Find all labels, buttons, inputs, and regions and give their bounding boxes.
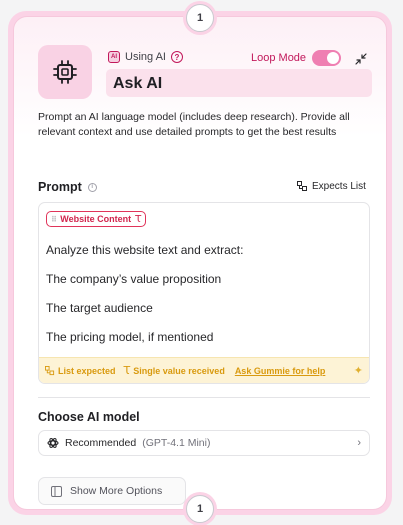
step-number-badge: 1 xyxy=(186,4,214,32)
ask-ai-node[interactable]: AI Using AI ? Loop Mode Ask AI Prompt an… xyxy=(8,11,392,515)
single-value-note: Ꚍ Single value received xyxy=(124,364,225,377)
show-more-options-button[interactable]: Show More Options xyxy=(38,477,186,505)
prompt-line: The company’s value proposition xyxy=(46,272,222,286)
model-detail: (GPT-4.1 Mini) xyxy=(142,437,211,449)
loop-mode-toggle[interactable] xyxy=(312,50,342,66)
drag-handle-icon[interactable]: ⠿ xyxy=(51,215,57,224)
prompt-line: The pricing model, if mentioned xyxy=(46,330,214,344)
prompt-label: Prompt xyxy=(38,180,82,194)
ai-badge-icon: AI xyxy=(108,51,120,63)
node-description: Prompt an AI language model (includes de… xyxy=(38,111,350,138)
using-ai-label: AI Using AI ? xyxy=(108,51,183,63)
expects-list-label: Expects List xyxy=(312,181,366,192)
chevron-right-icon: › xyxy=(357,437,361,449)
openai-icon xyxy=(47,437,59,449)
list-expected-text: List expected xyxy=(58,365,116,376)
prompt-editor[interactable]: ⠿ Website Content Ꚍ Analyze this website… xyxy=(38,202,370,384)
using-ai-text: Using AI xyxy=(125,51,166,63)
variable-chip[interactable]: ⠿ Website Content Ꚍ xyxy=(46,211,147,227)
ask-ai-card: AI Using AI ? Loop Mode Ask AI Prompt an… xyxy=(13,16,387,510)
prompt-validation-bar: List expected Ꚍ Single value received As… xyxy=(39,357,369,383)
ask-gummie-link[interactable]: Ask Gummie for help xyxy=(235,366,326,376)
loop-mode-label: Loop Mode xyxy=(251,52,307,64)
text-type-icon: Ꚍ xyxy=(135,213,142,225)
help-icon[interactable]: ? xyxy=(170,51,183,63)
model-heading: Choose AI model xyxy=(38,410,140,424)
show-more-label: Show More Options xyxy=(70,485,163,497)
list-expected-note: List expected xyxy=(45,365,116,376)
collapse-icon[interactable] xyxy=(355,53,367,65)
prompt-line: Analyze this website text and extract: xyxy=(46,243,244,257)
sparkle-icon: ✦ xyxy=(353,365,363,377)
prompt-line: The target audience xyxy=(46,301,153,315)
expects-list-indicator: Expects List xyxy=(297,181,366,192)
variable-chip-label: Website Content xyxy=(60,214,132,224)
step-number-badge: 1 xyxy=(186,495,214,523)
list-icon xyxy=(297,181,307,191)
section-divider xyxy=(38,397,370,398)
model-select[interactable]: Recommended (GPT-4.1 Mini) › xyxy=(38,430,370,456)
list-icon xyxy=(45,365,55,375)
panel-icon xyxy=(51,485,62,497)
text-type-icon: Ꚍ xyxy=(123,365,131,377)
prompt-heading: Prompt i xyxy=(38,180,97,194)
chip-icon xyxy=(38,45,92,99)
info-icon[interactable]: i xyxy=(87,182,97,192)
loop-mode: Loop Mode xyxy=(251,50,342,66)
model-selected: Recommended xyxy=(65,437,137,449)
node-title-input[interactable]: Ask AI xyxy=(106,69,372,97)
single-value-text: Single value received xyxy=(133,365,225,376)
